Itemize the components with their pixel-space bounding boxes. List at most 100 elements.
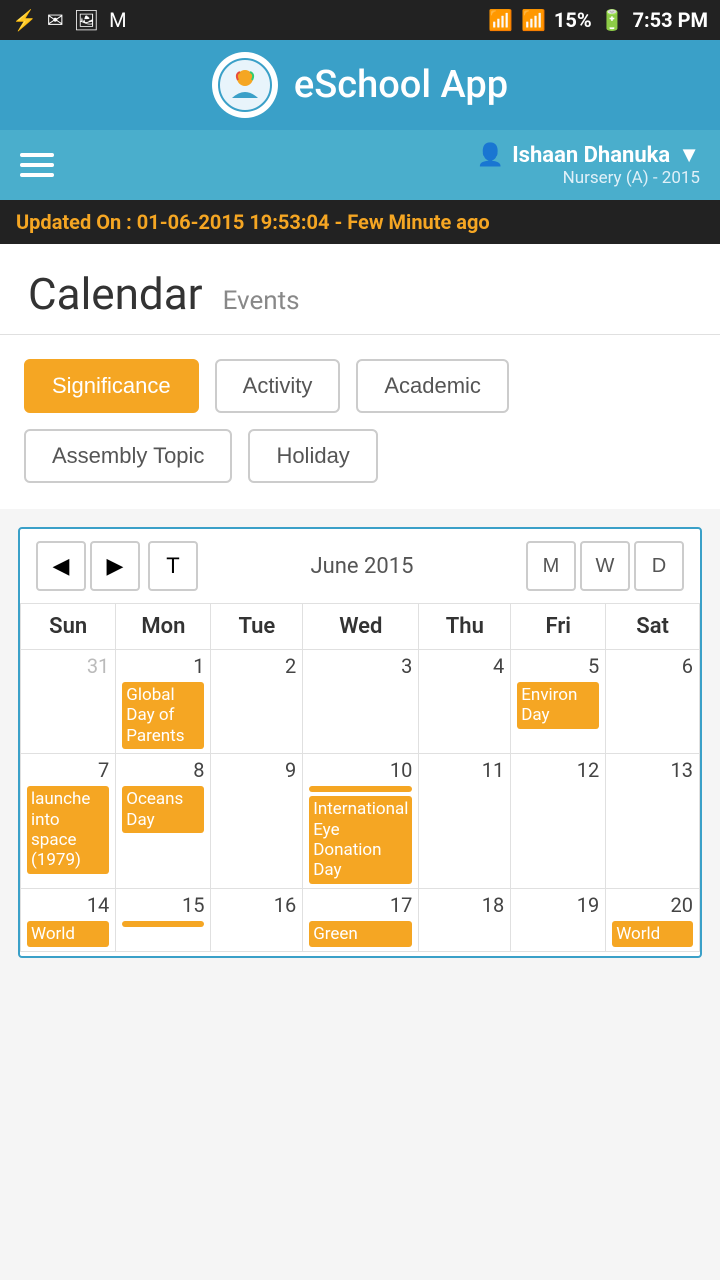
event-tag[interactable]: World: [612, 921, 693, 947]
calendar-day[interactable]: 31: [21, 650, 116, 754]
day-number: 11: [425, 758, 504, 782]
event-tag[interactable]: Environ Day: [517, 682, 599, 729]
header-sat: Sat: [606, 604, 700, 650]
event-tag[interactable]: Global Day of Parents: [122, 682, 204, 749]
day-number: 5: [517, 654, 599, 678]
weekday-header-row: Sun Mon Tue Wed Thu Fri Sat: [21, 604, 700, 650]
calendar-day[interactable]: 17 Green: [303, 888, 419, 951]
header-fri: Fri: [511, 604, 606, 650]
calendar-day[interactable]: 14 World: [21, 888, 116, 951]
wifi-icon: 📶: [488, 8, 513, 32]
day-number: 2: [217, 654, 296, 678]
calendar-day[interactable]: 7 launche into space (1979): [21, 754, 116, 889]
day-number: 15: [122, 893, 204, 917]
next-month-btn[interactable]: ▶: [90, 541, 140, 591]
page-title-row: Calendar Events: [0, 244, 720, 335]
day-number: 3: [309, 654, 412, 678]
header-mon: Mon: [116, 604, 211, 650]
event-tag[interactable]: [309, 786, 412, 792]
status-bar: ⚡ ✉ 🖼 M 📶 📶 15% 🔋 7:53 PM: [0, 0, 720, 40]
day-number: 18: [425, 893, 504, 917]
header-tue: Tue: [211, 604, 303, 650]
day-number: 16: [217, 893, 296, 917]
user-name-row[interactable]: 👤 Ishaan Dhanuka ▼: [477, 142, 700, 168]
calendar-day[interactable]: 16: [211, 888, 303, 951]
day-number: 20: [612, 893, 693, 917]
calendar-day[interactable]: 19: [511, 888, 606, 951]
user-icon: 👤: [477, 143, 504, 168]
header-thu: Thu: [419, 604, 511, 650]
calendar-row: 7 launche into space (1979)8Oceans Day9 10…: [21, 754, 700, 889]
hamburger-menu[interactable]: [20, 153, 54, 177]
user-info: 👤 Ishaan Dhanuka ▼ Nursery (A) - 2015: [477, 142, 700, 188]
day-number: 17: [309, 893, 412, 917]
day-view-btn[interactable]: D: [634, 541, 684, 591]
usb-icon: ⚡: [12, 8, 37, 32]
calendar-row: 311 Global Day of Parents 2345 Environ Day 6: [21, 650, 700, 754]
filter-assembly-topic[interactable]: Assembly Topic: [24, 429, 232, 483]
month-view-btn[interactable]: M: [526, 541, 576, 591]
calendar-day[interactable]: 12: [511, 754, 606, 889]
calendar-day[interactable]: 11: [419, 754, 511, 889]
gmail-icon: M: [109, 8, 126, 32]
filter-significance[interactable]: Significance: [24, 359, 199, 413]
calendar-day[interactable]: 8Oceans Day: [116, 754, 211, 889]
update-banner: Updated On : 01-06-2015 19:53:04 - Few M…: [0, 200, 720, 244]
app-title: eSchool App: [294, 63, 508, 107]
update-label: Updated On :: [16, 210, 132, 234]
view-btns: M W D: [526, 541, 684, 591]
status-right: 📶 📶 15% 🔋 7:53 PM: [488, 8, 708, 32]
calendar-day[interactable]: 9: [211, 754, 303, 889]
page-subtitle: Events: [223, 286, 300, 316]
calendar-nav: ◀ ▶ T June 2015 M W D: [20, 529, 700, 603]
day-number: 13: [612, 758, 693, 782]
signal-icon: 📶: [521, 8, 546, 32]
event-tag[interactable]: World: [27, 921, 109, 947]
day-number: 9: [217, 758, 296, 782]
calendar-day[interactable]: 1 Global Day of Parents: [116, 650, 211, 754]
event-tag[interactable]: Green: [309, 921, 412, 947]
filter-row-2: Assembly Topic Holiday: [24, 429, 696, 483]
calendar-day[interactable]: 5 Environ Day: [511, 650, 606, 754]
filter-activity[interactable]: Activity: [215, 359, 341, 413]
event-tag[interactable]: launche into space (1979): [27, 786, 109, 874]
filter-row-1: Significance Activity Academic: [24, 359, 696, 413]
prev-month-btn[interactable]: ◀: [36, 541, 86, 591]
day-number: 7: [27, 758, 109, 782]
calendar-day[interactable]: 4: [419, 650, 511, 754]
dropdown-icon[interactable]: ▼: [678, 142, 700, 168]
event-tag[interactable]: Oceans Day: [122, 786, 204, 833]
day-number: 12: [517, 758, 599, 782]
day-number: 6: [612, 654, 693, 678]
calendar-day[interactable]: 13: [606, 754, 700, 889]
filter-holiday[interactable]: Holiday: [248, 429, 377, 483]
header-sun: Sun: [21, 604, 116, 650]
calendar-day[interactable]: 18: [419, 888, 511, 951]
calendar-grid: Sun Mon Tue Wed Thu Fri Sat 311Global Da…: [20, 603, 700, 952]
day-number: 1: [122, 654, 204, 678]
calendar-day[interactable]: 6: [606, 650, 700, 754]
day-number: 14: [27, 893, 109, 917]
prev-next-btns: ◀ ▶: [36, 541, 140, 591]
calendar-day[interactable]: 2: [211, 650, 303, 754]
calendar-day[interactable]: 15: [116, 888, 211, 951]
calendar-day[interactable]: 10International Eye Donation Day: [303, 754, 419, 889]
event-tag[interactable]: International Eye Donation Day: [309, 796, 412, 884]
email-icon: ✉: [47, 8, 64, 32]
user-name: Ishaan Dhanuka: [512, 143, 670, 168]
page-title: Calendar: [28, 268, 203, 320]
day-number: 4: [425, 654, 504, 678]
update-datetime: 01-06-2015 19:53:04: [137, 210, 330, 234]
calendar-day[interactable]: 3: [303, 650, 419, 754]
battery-text: 15%: [554, 8, 592, 32]
update-suffix: - Few Minute ago: [334, 210, 489, 234]
app-logo: [212, 52, 278, 118]
filter-academic[interactable]: Academic: [356, 359, 509, 413]
app-header: eSchool App: [0, 40, 720, 130]
calendar-body: 311 Global Day of Parents 2345 Environ Day 6…: [21, 650, 700, 952]
today-btn[interactable]: T: [148, 541, 198, 591]
calendar-day[interactable]: 20 World: [606, 888, 700, 951]
event-tag[interactable]: [122, 921, 204, 927]
header-wed: Wed: [303, 604, 419, 650]
week-view-btn[interactable]: W: [580, 541, 630, 591]
